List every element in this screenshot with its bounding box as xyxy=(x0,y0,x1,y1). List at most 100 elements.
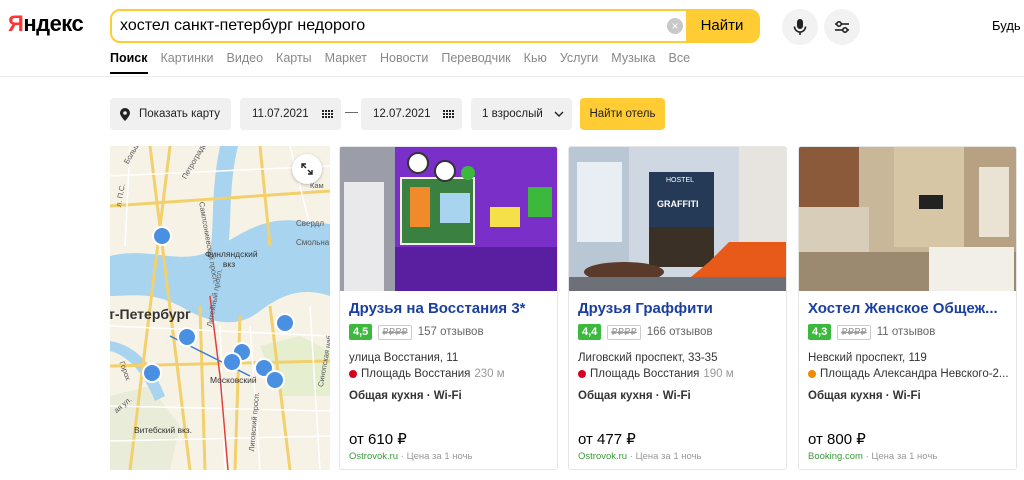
metro-icon xyxy=(808,370,816,378)
hotel-metro: Площадь Восстания 230 м xyxy=(349,368,554,380)
hotel-pin-icon[interactable] xyxy=(222,352,242,372)
price-source-row: Ostrovok.ru · Цена за 1 ночь xyxy=(578,451,701,462)
price-level: ₽₽₽₽ xyxy=(837,324,871,340)
map-label-city: т-Петербург xyxy=(110,306,191,322)
metro-distance: 190 м xyxy=(703,368,734,380)
price-note: Цена за 1 ночь xyxy=(406,451,473,462)
chevron-down-icon xyxy=(554,111,564,117)
checkin-date-value: 11.07.2021 xyxy=(252,108,309,120)
map-label-smoln: Смольна xyxy=(296,238,330,247)
metro-distance: 230 м xyxy=(474,368,505,380)
clear-icon[interactable]: × xyxy=(667,18,683,34)
hotel-title[interactable]: Друзья на Восстания 3* xyxy=(349,300,554,317)
tab-market[interactable]: Маркет xyxy=(325,51,367,65)
price-level: ₽₽₽₽ xyxy=(378,324,412,340)
hotel-price: от 800 ₽ xyxy=(808,431,866,448)
hotel-card[interactable]: Друзья на Восстания 3* 4,5 ₽₽₽₽ 157 отзы… xyxy=(339,146,558,470)
calendar-icon xyxy=(322,109,333,119)
metro-name: Площадь Александра Невского-2... xyxy=(820,368,1009,380)
metro-icon xyxy=(349,370,357,378)
map-label-vitebsk-station: Витебский вкз. xyxy=(134,425,193,435)
find-hotel-button[interactable]: Найти отель xyxy=(580,98,665,130)
hotel-metro: Площадь Александра Невского-2... xyxy=(808,368,1013,380)
tab-all[interactable]: Все xyxy=(669,51,691,65)
map-label-moscow-station: Московский xyxy=(210,375,257,385)
price-source[interactable]: Booking.com xyxy=(808,451,863,462)
price-note: Цена за 1 ночь xyxy=(871,451,938,462)
hotel-pin-icon[interactable] xyxy=(152,226,172,246)
hotel-card[interactable]: HOSTEL GRAFFITI Друзья Граффити 4,4 ₽₽₽₽… xyxy=(568,146,787,470)
hotel-metro: Площадь Восстания 190 м xyxy=(578,368,783,380)
hotel-rating-row: 4,5 ₽₽₽₽ 157 отзывов xyxy=(349,324,484,340)
hostel-sign-text: HOSTEL xyxy=(666,177,695,184)
price-level: ₽₽₽₽ xyxy=(607,324,641,340)
map-label-sverd: Свердл xyxy=(296,219,324,228)
tab-maps[interactable]: Карты xyxy=(276,51,312,65)
search-tabs: Поиск Картинки Видео Карты Маркет Новост… xyxy=(110,51,703,74)
hotel-features: Общая кухня · Wi-Fi xyxy=(578,390,691,402)
price-source-row: Booking.com · Цена за 1 ночь xyxy=(808,451,937,462)
reviews-count[interactable]: 157 отзывов xyxy=(418,326,484,338)
hotel-photo[interactable] xyxy=(799,147,1016,291)
map-expand-button[interactable] xyxy=(292,154,322,184)
tab-services[interactable]: Услуги xyxy=(560,51,598,65)
tab-search[interactable]: Поиск xyxy=(110,51,148,74)
yandex-logo[interactable]: Яндекс xyxy=(8,11,84,37)
reviews-count[interactable]: 166 отзывов xyxy=(647,326,713,338)
reviews-count[interactable]: 11 отзывов xyxy=(877,326,936,338)
hotel-pin-icon[interactable] xyxy=(265,370,285,390)
date-separator: — xyxy=(345,104,358,119)
search-settings-button[interactable] xyxy=(824,9,860,45)
price-source-row: Ostrovok.ru · Цена за 1 ночь xyxy=(349,451,472,462)
search-input[interactable] xyxy=(120,11,660,41)
hotel-rating-row: 4,4 ₽₽₽₽ 166 отзывов xyxy=(578,324,713,340)
hotel-pin-icon[interactable] xyxy=(275,313,295,333)
hotels-map[interactable]: т-Петербург Финляндский вкз Московский В… xyxy=(110,146,330,470)
tab-translator[interactable]: Переводчик xyxy=(441,51,510,65)
hotel-price: от 477 ₽ xyxy=(578,431,636,448)
show-map-button[interactable]: Показать карту xyxy=(110,98,231,130)
checkout-date-value: 12.07.2021 xyxy=(373,108,431,120)
hotel-rating-row: 4,3 ₽₽₽₽ 11 отзывов xyxy=(808,324,935,340)
rating-badge: 4,5 xyxy=(349,324,373,340)
price-note: Цена за 1 ночь xyxy=(635,451,702,462)
hotel-address: Невский проспект, 119 xyxy=(808,352,927,364)
price-source[interactable]: Ostrovok.ru xyxy=(578,451,627,462)
hotel-photo[interactable] xyxy=(340,147,557,291)
search-submit-button[interactable]: Найти xyxy=(686,11,758,41)
hotel-pin-icon[interactable] xyxy=(142,363,162,383)
voice-search-button[interactable] xyxy=(782,9,818,45)
tab-news[interactable]: Новости xyxy=(380,51,428,65)
metro-name: Площадь Восстания xyxy=(590,368,700,380)
guests-select[interactable]: 1 взрослый xyxy=(471,98,572,130)
tab-video[interactable]: Видео xyxy=(227,51,264,65)
tab-music[interactable]: Музыка xyxy=(611,51,655,65)
hotel-pin-icon[interactable] xyxy=(177,327,197,347)
rating-badge: 4,3 xyxy=(808,324,832,340)
tab-images[interactable]: Картинки xyxy=(161,51,214,65)
pin-icon xyxy=(120,107,130,121)
checkin-date-field[interactable]: 11.07.2021 xyxy=(240,98,341,130)
hotel-title[interactable]: Хостел Женское Общеж... xyxy=(808,300,1013,317)
expand-icon xyxy=(301,163,313,175)
header-link-cut[interactable]: Будь xyxy=(992,18,1021,33)
hotel-address: Лиговский проспект, 33-35 xyxy=(578,352,718,364)
settings-icon xyxy=(835,20,849,34)
hotel-title[interactable]: Друзья Граффити xyxy=(578,300,783,317)
metro-icon xyxy=(578,370,586,378)
hotel-card[interactable]: Хостел Женское Общеж... 4,3 ₽₽₽₽ 11 отзы… xyxy=(798,146,1017,470)
hotel-price: от 610 ₽ xyxy=(349,431,407,448)
hotel-photo[interactable]: HOSTEL GRAFFITI xyxy=(569,147,786,291)
mic-icon xyxy=(793,19,807,35)
guests-value: 1 взрослый xyxy=(482,108,543,120)
tab-q[interactable]: Кью xyxy=(524,51,547,65)
rating-badge: 4,4 xyxy=(578,324,602,340)
header-divider xyxy=(0,76,1024,77)
price-source[interactable]: Ostrovok.ru xyxy=(349,451,398,462)
hotel-features: Общая кухня · Wi-Fi xyxy=(808,390,921,402)
checkout-date-field[interactable]: 12.07.2021 xyxy=(361,98,462,130)
show-map-label: Показать карту xyxy=(139,108,221,120)
find-hotel-label: Найти отель xyxy=(589,108,656,120)
search-box: × Найти xyxy=(110,9,760,43)
graffiti-sign-text: GRAFFITI xyxy=(657,199,699,209)
